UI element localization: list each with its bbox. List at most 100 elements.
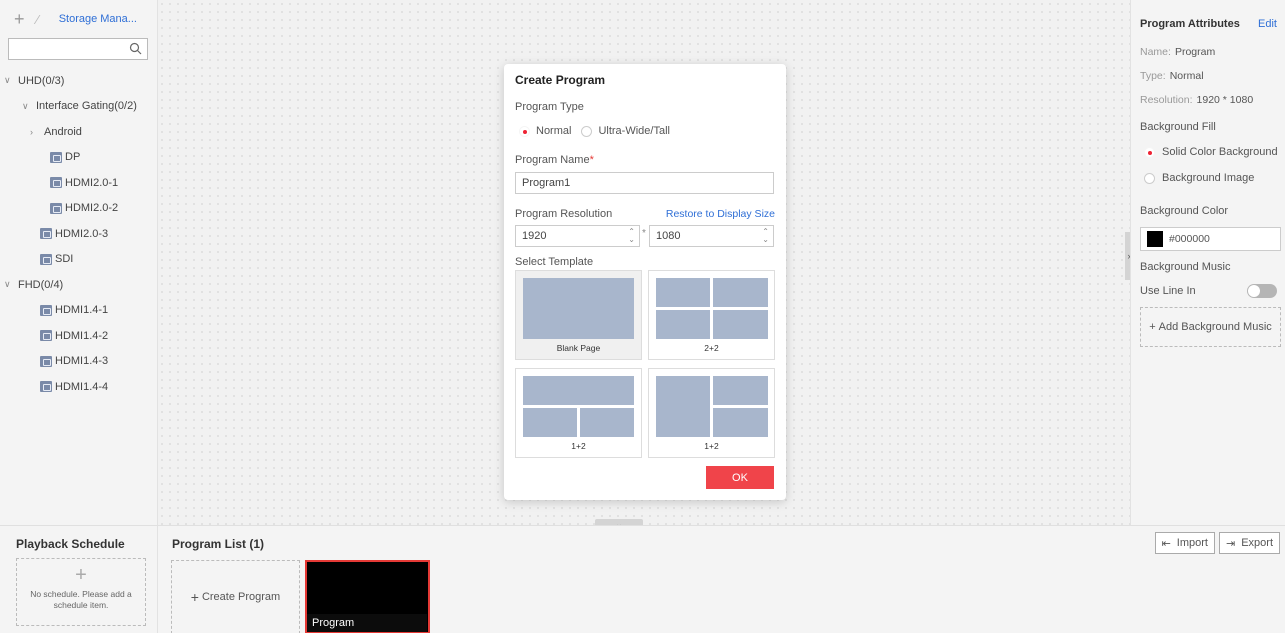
program-attributes-panel: Program Attributes Edit Name: Program Ty… [1130,0,1285,525]
type-key: Type: [1140,70,1166,82]
height-stepper-icon[interactable]: ⌃ ⌄ [762,228,769,244]
template-1-plus-2-top[interactable]: 1+2 [515,368,642,458]
background-music-label: Background Music [1140,261,1231,273]
tree-item[interactable]: HDMI2.0-3 [0,221,158,247]
tree-item-label: Interface Gating(0/2) [36,100,137,113]
background-fill-label: Background Fill [1140,121,1216,133]
input-source-icon [50,151,62,163]
type-attribute: Type: Normal [1140,65,1285,87]
tree-item-label: DP [65,151,81,164]
resolution-width-input[interactable]: 1920 ⌃ ⌄ [515,225,640,247]
template-cell [523,408,577,437]
tree-item[interactable]: HDMI2.0-1 [0,170,158,196]
source-search-input[interactable] [8,38,148,60]
resolution-key: Resolution: [1140,94,1193,106]
solid-color-option[interactable]: Solid Color Background [1140,139,1285,165]
chevron-down-icon[interactable]: ∨ [22,101,32,112]
tree-item-label: HDMI1.4-4 [55,380,109,393]
input-source-icon [50,177,62,189]
search-icon[interactable] [129,42,142,55]
template-blank-page[interactable]: Blank Page [515,270,642,360]
program-resolution-label: Program Resolution [515,208,613,220]
type-normal-label[interactable]: Normal [536,125,571,137]
type-normal-radio[interactable] [519,125,530,137]
tree-item-label: HDMI2.0-2 [65,202,119,215]
solid-color-label: Solid Color Background [1162,146,1278,158]
input-source-icon [40,381,52,393]
background-color-picker[interactable]: #000000 [1140,227,1281,251]
edit-link[interactable]: Edit [1258,18,1277,30]
tree-item[interactable]: ∨ FHD(0/4) [0,272,158,298]
template-1-plus-2-left[interactable]: 1+2 [648,368,775,458]
add-background-music-button[interactable]: + Add Background Music [1140,307,1281,347]
tree-item[interactable]: SDI [0,247,158,273]
program-type-radios: Normal Ultra-Wide/Tall [519,125,670,137]
tree-item[interactable]: ∨ UHD(0/3) [0,68,158,94]
type-value: Normal [1169,70,1204,82]
use-line-in-label: Use Line In [1140,285,1196,297]
add-icon[interactable]: + [14,10,25,28]
template-name: 2+2 [704,343,719,353]
solid-color-radio[interactable] [1144,146,1155,158]
use-line-in-toggle[interactable] [1247,284,1277,298]
required-mark: * [589,154,594,166]
type-ultrawide-label[interactable]: Ultra-Wide/Tall [598,125,670,137]
program-name-input[interactable]: Program1 [515,172,774,194]
tree-item-label: FHD(0/4) [18,278,64,291]
ok-button[interactable]: OK [706,466,774,489]
tree-item[interactable]: HDMI1.4-1 [0,298,158,324]
use-line-in-row: Use Line In [1140,279,1285,303]
program-card[interactable]: Program [305,560,430,633]
select-template-label: Select Template [515,256,594,268]
type-ultrawide-radio[interactable] [581,125,593,137]
input-source-icon [50,202,62,214]
template-cell [713,376,768,405]
height-value: 1080 [656,230,681,242]
width-value: 1920 [522,230,547,242]
tree-item-label: Android [44,125,82,138]
attributes-title: Program Attributes [1140,17,1240,30]
tree-item[interactable]: HDMI1.4-4 [0,374,158,400]
input-source-icon [40,330,52,342]
resolution-attribute: Resolution: 1920 * 1080 [1140,89,1285,111]
name-key: Name: [1140,46,1171,58]
edit-pen-icon[interactable]: ∕ [37,13,39,26]
name-attribute: Name: Program [1140,41,1285,63]
template-cell [656,376,710,437]
import-button[interactable]: ⇤ Import [1154,532,1215,554]
template-2x2[interactable]: 2+2 [648,270,775,360]
import-export-group: ⇤ Import ⇥ Export [1154,532,1280,554]
chevron-down-icon[interactable]: ∨ [4,75,14,86]
tree-item-label: HDMI1.4-2 [55,329,109,342]
storage-management-link[interactable]: Storage Mana... [59,13,137,25]
restore-display-size-link[interactable]: Restore to Display Size [666,208,775,220]
program-name-label-text: Program Name [515,154,590,166]
add-schedule-area[interactable]: + No schedule. Please add a schedule ite… [16,558,146,626]
input-source-icon [40,355,52,367]
tree-item[interactable]: DP [0,145,158,171]
create-program-card[interactable]: + Create Program [171,560,300,633]
export-button[interactable]: ⇥ Export [1218,532,1280,554]
tree-item[interactable]: HDMI2.0-2 [0,196,158,222]
source-tree: ∨ UHD(0/3) ∨ Interface Gating(0/2) › Android D… [0,68,158,400]
tree-item[interactable]: › Android [0,119,158,145]
template-cell [523,376,634,405]
width-stepper-icon[interactable]: ⌃ ⌄ [628,228,635,244]
chevron-down-icon[interactable]: ∨ [4,279,14,290]
tree-item[interactable]: ∨ Interface Gating(0/2) [0,94,158,120]
create-program-dialog: Create Program Program Type Normal Ultra… [504,64,786,500]
bottom-panel: Playback Schedule + No schedule. Please … [0,525,1285,633]
template-cell [713,278,768,307]
template-cell [656,310,710,339]
tree-item[interactable]: HDMI1.4-2 [0,323,158,349]
export-icon: ⇥ [1225,537,1236,550]
tree-item[interactable]: HDMI1.4-3 [0,349,158,375]
background-image-label: Background Image [1162,172,1255,184]
background-image-radio[interactable] [1144,172,1155,184]
chevron-right-icon[interactable]: › [30,127,40,137]
template-cell [523,278,634,339]
plus-icon: + [75,564,87,586]
background-image-option[interactable]: Background Image [1140,165,1285,191]
resolution-height-input[interactable]: 1080 ⌃ ⌄ [649,225,774,247]
template-name: 1+2 [704,441,719,451]
